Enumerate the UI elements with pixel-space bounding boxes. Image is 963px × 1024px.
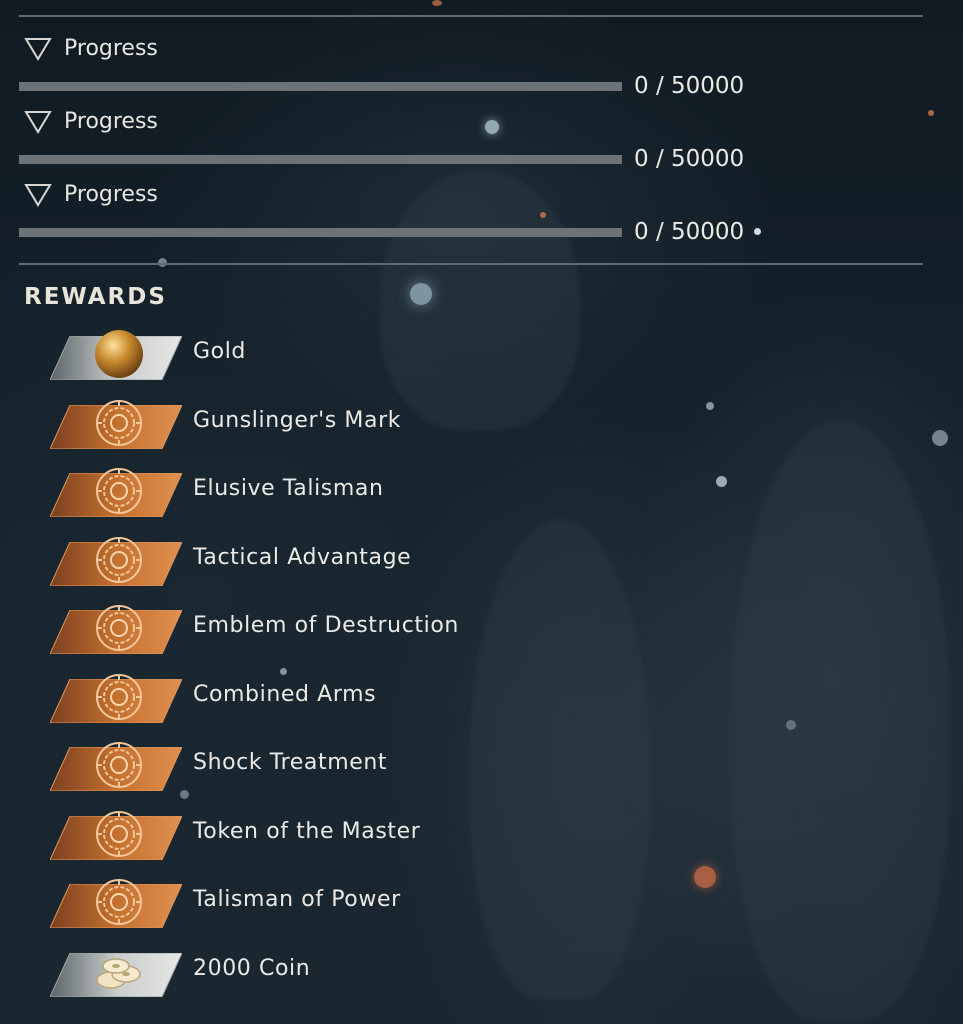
- progress-label: Progress: [24, 109, 158, 134]
- gold-orb-icon: [95, 330, 143, 378]
- reward-label: Talisman of Power: [193, 887, 401, 912]
- reward-item[interactable]: Elusive Talisman: [50, 464, 650, 518]
- progress-value: 0 / 50000: [634, 73, 745, 99]
- inscription-emblem-icon: [96, 810, 142, 857]
- reward-label: Gold: [193, 339, 246, 364]
- reward-label: Shock Treatment: [193, 750, 388, 775]
- inscription-emblem-icon: [96, 673, 142, 720]
- inscription-emblem-icon: [96, 536, 142, 583]
- reward-label: Elusive Talisman: [193, 476, 384, 501]
- reward-label: Emblem of Destruction: [193, 613, 459, 638]
- coin-stack-icon: [96, 957, 141, 989]
- reward-item[interactable]: Combined Arms: [50, 670, 650, 724]
- reward-item[interactable]: Shock Treatment: [50, 738, 650, 792]
- inscription-emblem-icon: [96, 468, 142, 514]
- progress-label-text: Progress: [64, 182, 158, 207]
- reward-label: Tactical Advantage: [193, 544, 412, 570]
- reward-label: Token of the Master: [193, 818, 421, 844]
- inscription-emblem-icon: [96, 879, 142, 925]
- triangle-down-icon: [24, 110, 52, 134]
- reward-item[interactable]: Gunslinger's Mark: [50, 396, 650, 450]
- progress-label-text: Progress: [64, 109, 158, 134]
- reward-item[interactable]: Tactical Advantage: [50, 533, 650, 587]
- progress-bar: [19, 228, 622, 237]
- reward-label: 2000 Coin: [193, 955, 311, 981]
- inscription-emblem-icon: [96, 399, 142, 446]
- inscription-emblem-icon: [96, 605, 142, 651]
- reward-item[interactable]: 2000 Coin: [50, 944, 650, 998]
- background-figure: [730, 420, 950, 1020]
- rewards-heading: REWARDS: [24, 284, 167, 310]
- reward-item[interactable]: Emblem of Destruction: [50, 601, 650, 655]
- reward-item[interactable]: Talisman of Power: [50, 875, 650, 929]
- top-divider: [19, 15, 923, 17]
- progress-label: Progress: [24, 36, 158, 61]
- background-figure: [380, 170, 580, 430]
- progress-bar: [19, 82, 622, 91]
- reward-label: Gunslinger's Mark: [193, 407, 402, 433]
- progress-value: 0 / 50000: [634, 146, 745, 172]
- triangle-down-icon: [24, 37, 52, 61]
- progress-label: Progress: [24, 182, 158, 207]
- progress-value: 0 / 50000: [634, 219, 745, 245]
- triangle-down-icon: [24, 183, 52, 207]
- reward-label: Combined Arms: [193, 681, 377, 707]
- reward-item[interactable]: Token of the Master: [50, 807, 650, 861]
- section-divider: [19, 263, 923, 265]
- progress-bar: [19, 155, 622, 164]
- progress-label-text: Progress: [64, 36, 158, 61]
- reward-item[interactable]: Gold: [50, 327, 650, 381]
- inscription-emblem-icon: [96, 742, 142, 788]
